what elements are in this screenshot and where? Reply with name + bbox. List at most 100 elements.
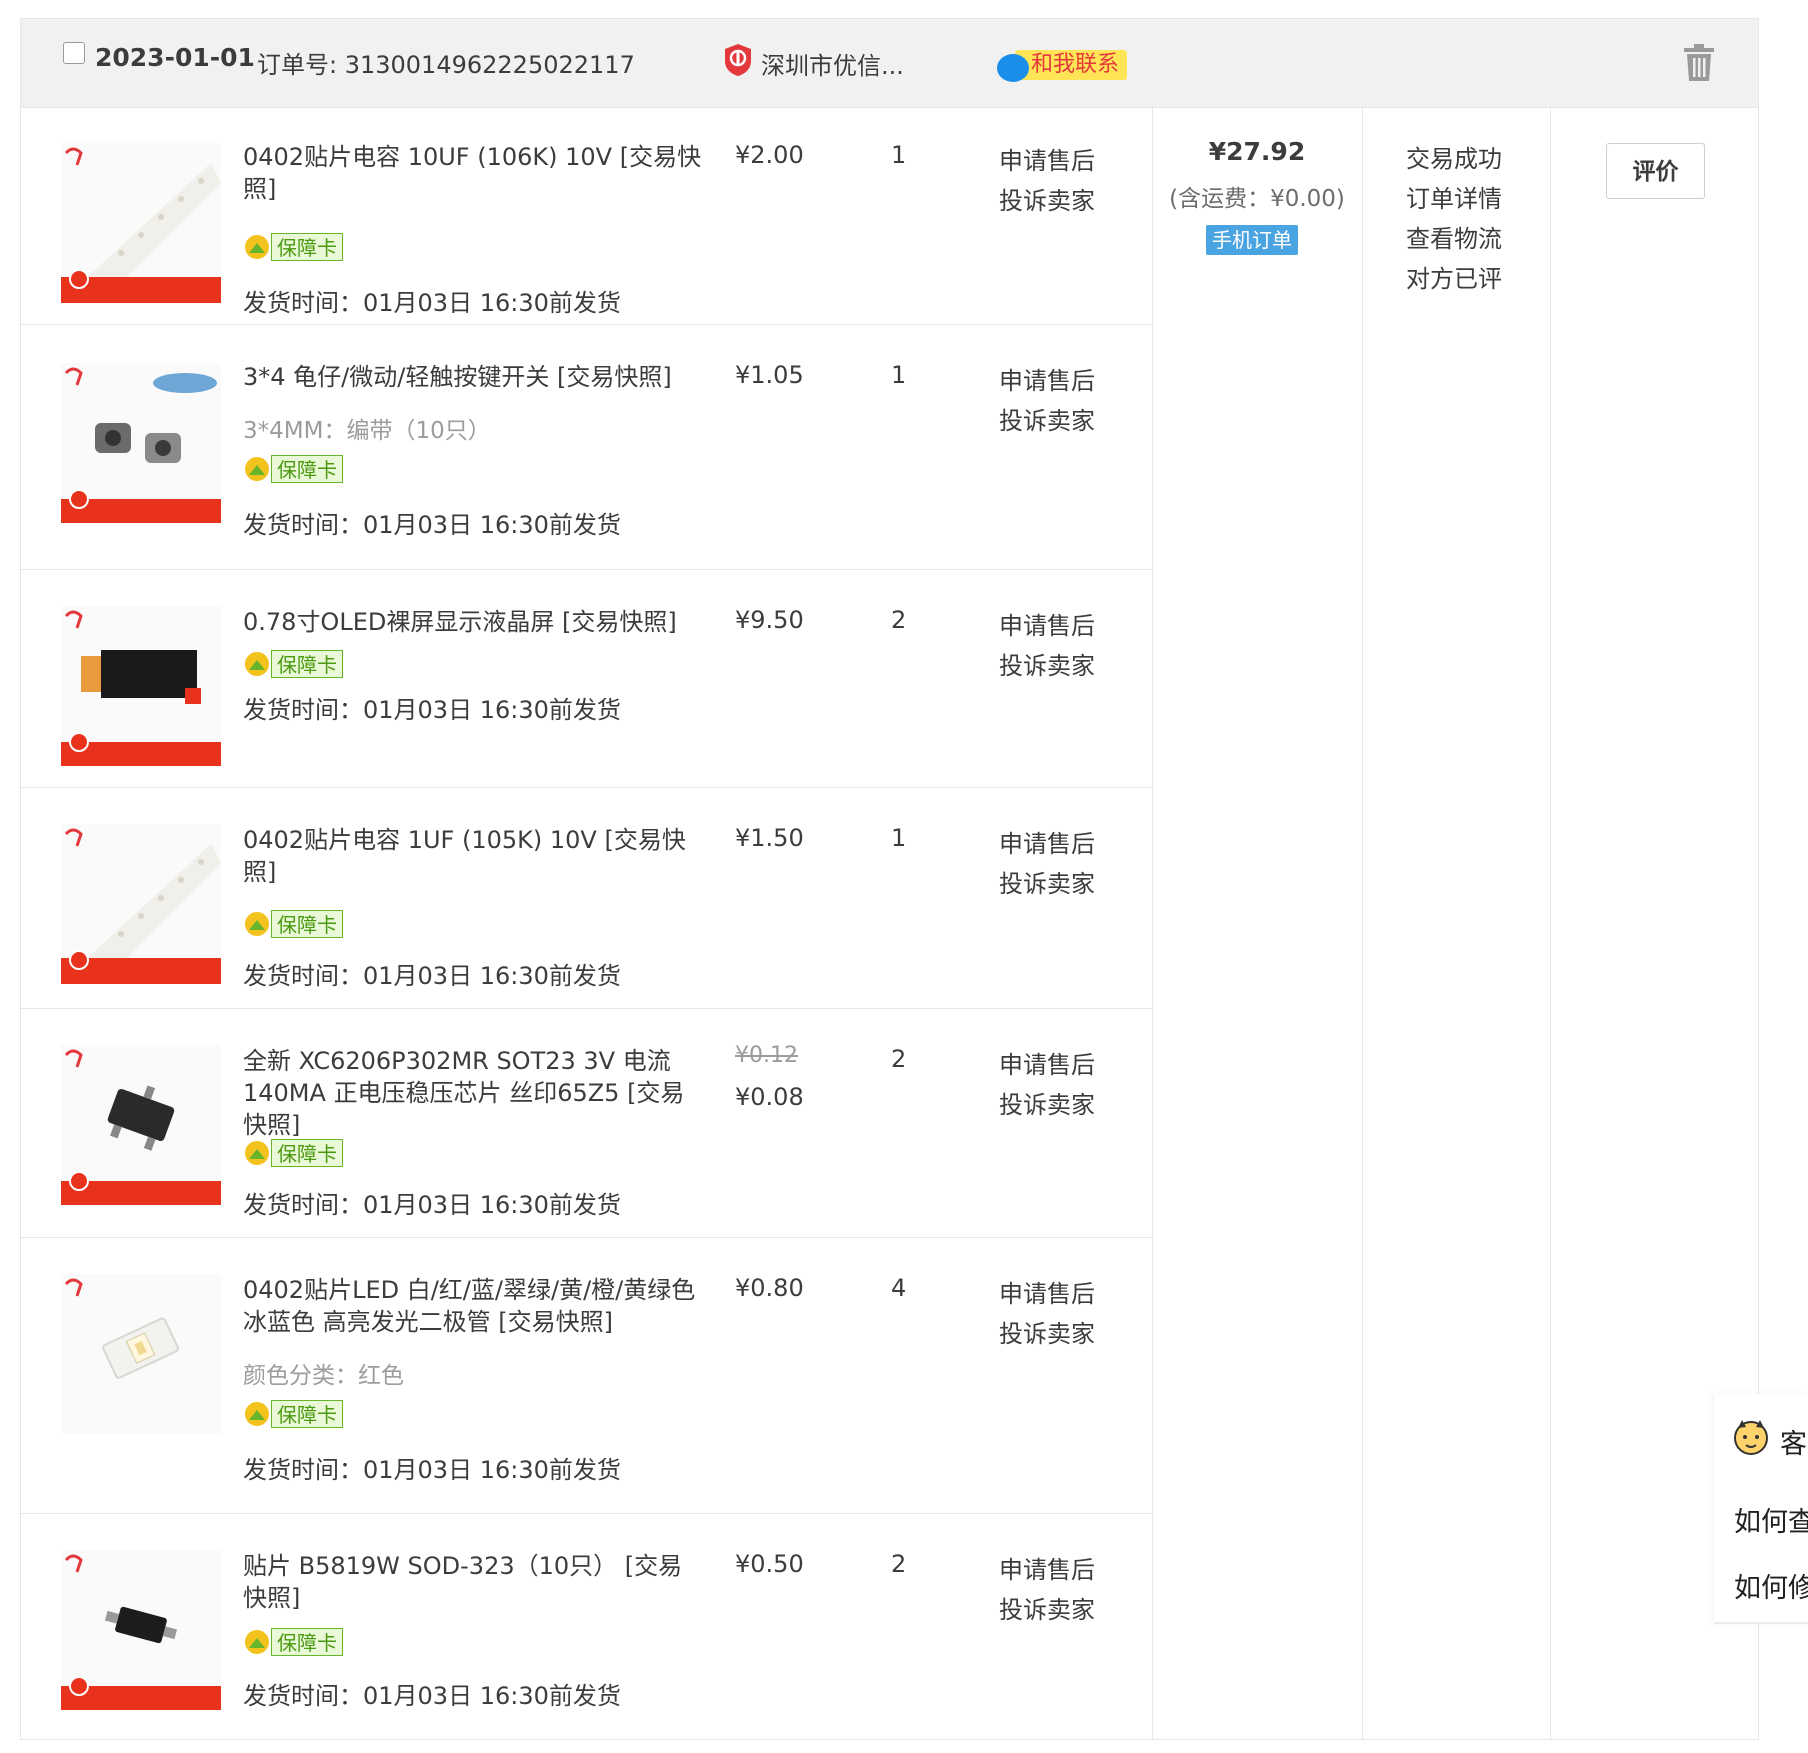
column-divider bbox=[1362, 107, 1363, 1740]
contact-seller-label: 和我联系 bbox=[1015, 50, 1127, 80]
complain-seller-link[interactable]: 投诉卖家 bbox=[999, 1314, 1095, 1349]
shop-badge-icon bbox=[725, 44, 751, 76]
guarantee-label: 保障卡 bbox=[271, 233, 343, 261]
complain-seller-link[interactable]: 投诉卖家 bbox=[999, 1590, 1095, 1625]
unit-price: ¥0.08 bbox=[735, 1083, 804, 1111]
order-checkbox[interactable] bbox=[63, 42, 85, 64]
after-sale-link[interactable]: 申请售后 bbox=[999, 141, 1095, 176]
unit-price: ¥0.80 bbox=[735, 1274, 804, 1302]
quantity: 2 bbox=[891, 1045, 907, 1073]
product-title-link[interactable]: 3*4 龟仔/微动/轻触按键开关 [交易快照] bbox=[243, 361, 703, 393]
chat-bubble-icon bbox=[997, 54, 1029, 82]
complain-seller-link[interactable]: 投诉卖家 bbox=[999, 181, 1095, 216]
guarantee-label: 保障卡 bbox=[271, 650, 343, 678]
guarantee-badge[interactable]: 保障卡 bbox=[243, 233, 347, 261]
guarantee-icon bbox=[245, 1630, 269, 1654]
customer-service-panel: 客 如何查 如何修 bbox=[1714, 1394, 1808, 1624]
product-title-link[interactable]: 贴片 B5819W SOD-323（10只） [交易快照] bbox=[243, 1550, 703, 1614]
column-divider bbox=[1550, 107, 1551, 1740]
after-sale-link[interactable]: 申请售后 bbox=[999, 824, 1095, 859]
order-item: 0402贴片电容 1UF (105K) 10V [交易快照] 保障卡 发货时间：… bbox=[21, 788, 1152, 1009]
guarantee-icon bbox=[245, 235, 269, 259]
guarantee-icon bbox=[245, 1402, 269, 1426]
guarantee-label: 保障卡 bbox=[271, 1628, 343, 1656]
unit-price: ¥0.50 bbox=[735, 1550, 804, 1578]
product-thumbnail[interactable] bbox=[61, 1045, 221, 1205]
help-question-link[interactable]: 如何查 bbox=[1734, 1500, 1808, 1539]
guarantee-badge[interactable]: 保障卡 bbox=[243, 1628, 347, 1656]
order-total-price: ¥27.92 bbox=[1208, 137, 1306, 166]
order-number: 订单号: 3130014962225022117 bbox=[257, 51, 635, 79]
product-title-link[interactable]: 0.78寸OLED裸屏显示液晶屏 [交易快照] bbox=[243, 606, 703, 638]
guarantee-label: 保障卡 bbox=[271, 455, 343, 483]
ship-time: 发货时间：01月03日 16:30前发货 bbox=[243, 1456, 621, 1484]
trade-status: 交易成功 bbox=[1406, 145, 1502, 173]
ship-time: 发货时间：01月03日 16:30前发货 bbox=[243, 962, 621, 990]
after-sale-link[interactable]: 申请售后 bbox=[999, 1550, 1095, 1585]
original-price: ¥0.12 bbox=[735, 1043, 798, 1068]
customer-service-title: 客 bbox=[1780, 1429, 1807, 1460]
ship-time: 发货时间：01月03日 16:30前发货 bbox=[243, 1191, 621, 1219]
unit-price: ¥1.05 bbox=[735, 361, 804, 389]
order-item: 贴片 B5819W SOD-323（10只） [交易快照] 保障卡 发货时间：0… bbox=[21, 1514, 1152, 1740]
product-sku: 颜色分类：红色 bbox=[243, 1363, 404, 1389]
help-question-link[interactable]: 如何修 bbox=[1734, 1566, 1808, 1605]
product-sku: 3*4MM：编带（10只） bbox=[243, 418, 491, 444]
guarantee-badge[interactable]: 保障卡 bbox=[243, 1139, 347, 1167]
peer-reviewed-link[interactable]: 对方已评 bbox=[1406, 259, 1502, 294]
product-thumbnail[interactable] bbox=[61, 1274, 221, 1434]
guarantee-badge[interactable]: 保障卡 bbox=[243, 650, 347, 678]
product-title-link[interactable]: 全新 XC6206P302MR SOT23 3V 电流140MA 正电压稳压芯片… bbox=[243, 1045, 703, 1141]
order-item: 3*4 龟仔/微动/轻触按键开关 [交易快照] 3*4MM：编带（10只） 保障… bbox=[21, 325, 1152, 570]
shop-name-link[interactable]: 深圳市优信... bbox=[761, 46, 904, 81]
review-button[interactable]: 评价 bbox=[1606, 143, 1705, 199]
order-header: 2023-01-01 订单号: 3130014962225022117 深圳市优… bbox=[21, 19, 1758, 108]
order-item: 0402贴片LED 白/红/蓝/翠绿/黄/橙/黄绿色 冰蓝色 高亮发光二极管 [… bbox=[21, 1238, 1152, 1514]
guarantee-label: 保障卡 bbox=[271, 1139, 343, 1167]
view-logistics-link[interactable]: 查看物流 bbox=[1406, 219, 1502, 254]
product-thumbnail[interactable] bbox=[61, 1550, 221, 1710]
guarantee-icon bbox=[245, 652, 269, 676]
guarantee-badge[interactable]: 保障卡 bbox=[243, 1400, 347, 1428]
ship-time: 发货时间：01月03日 16:30前发货 bbox=[243, 511, 621, 539]
guarantee-badge[interactable]: 保障卡 bbox=[243, 910, 347, 938]
product-thumbnail[interactable] bbox=[61, 363, 221, 523]
product-title-link[interactable]: 0402贴片LED 白/红/蓝/翠绿/黄/橙/黄绿色 冰蓝色 高亮发光二极管 [… bbox=[243, 1274, 703, 1338]
product-thumbnail[interactable] bbox=[61, 824, 221, 984]
contact-seller-button[interactable]: 和我联系 bbox=[997, 50, 1127, 82]
after-sale-link[interactable]: 申请售后 bbox=[999, 606, 1095, 641]
order-details-link[interactable]: 订单详情 bbox=[1406, 179, 1502, 214]
column-divider bbox=[1152, 107, 1153, 1740]
trash-icon[interactable] bbox=[1681, 43, 1717, 83]
product-thumbnail[interactable] bbox=[61, 143, 221, 303]
product-title-link[interactable]: 0402贴片电容 10UF (106K) 10V [交易快照] bbox=[243, 141, 703, 205]
product-thumbnail[interactable] bbox=[61, 606, 221, 766]
complain-seller-link[interactable]: 投诉卖家 bbox=[999, 401, 1095, 436]
guarantee-badge[interactable]: 保障卡 bbox=[243, 455, 347, 483]
guarantee-label: 保障卡 bbox=[271, 1400, 343, 1428]
guarantee-icon bbox=[245, 912, 269, 936]
after-sale-link[interactable]: 申请售后 bbox=[999, 361, 1095, 396]
ship-time: 发货时间：01月03日 16:30前发货 bbox=[243, 289, 621, 317]
quantity: 2 bbox=[891, 606, 907, 634]
complain-seller-link[interactable]: 投诉卖家 bbox=[999, 864, 1095, 899]
quantity: 1 bbox=[891, 141, 907, 169]
order-item: 0402贴片电容 10UF (106K) 10V [交易快照] 保障卡 发货时间… bbox=[21, 107, 1152, 325]
product-title-link[interactable]: 0402贴片电容 1UF (105K) 10V [交易快照] bbox=[243, 824, 703, 888]
unit-price: ¥1.50 bbox=[735, 824, 804, 852]
unit-price: ¥2.00 bbox=[735, 141, 804, 169]
after-sale-link[interactable]: 申请售后 bbox=[999, 1045, 1095, 1080]
guarantee-icon bbox=[245, 457, 269, 481]
unit-price: ¥9.50 bbox=[735, 606, 804, 634]
order-card: 2023-01-01 订单号: 3130014962225022117 深圳市优… bbox=[20, 18, 1759, 1740]
complain-seller-link[interactable]: 投诉卖家 bbox=[999, 646, 1095, 681]
mobile-order-badge: 手机订单 bbox=[1206, 225, 1298, 255]
ship-time: 发货时间：01月03日 16:30前发货 bbox=[243, 1682, 621, 1710]
ship-time: 发货时间：01月03日 16:30前发货 bbox=[243, 696, 621, 724]
quantity: 1 bbox=[891, 361, 907, 389]
guarantee-label: 保障卡 bbox=[271, 910, 343, 938]
quantity: 4 bbox=[891, 1274, 907, 1302]
after-sale-link[interactable]: 申请售后 bbox=[999, 1274, 1095, 1309]
complain-seller-link[interactable]: 投诉卖家 bbox=[999, 1085, 1095, 1120]
shipping-fee: (含运费：¥0.00) bbox=[1169, 186, 1345, 212]
